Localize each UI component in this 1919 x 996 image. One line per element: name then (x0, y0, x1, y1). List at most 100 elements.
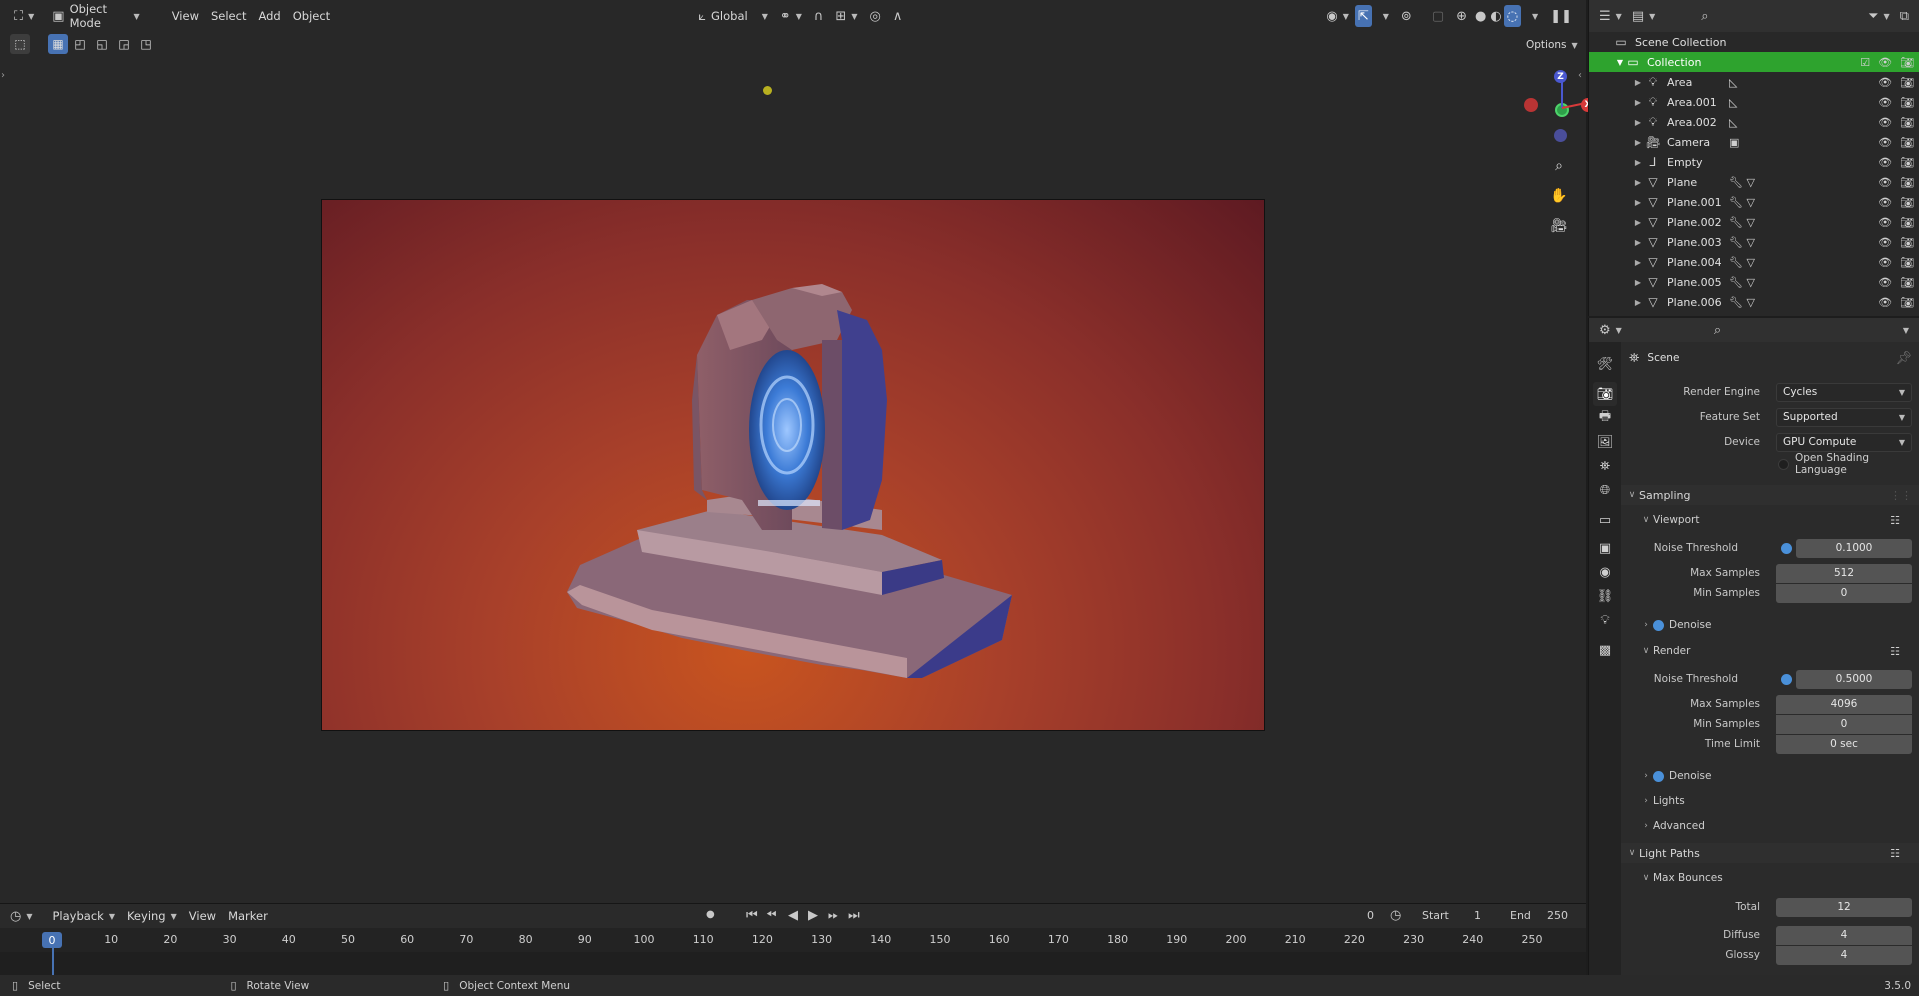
tab-physics[interactable]: ◉ (1593, 560, 1617, 584)
eye-icon[interactable]: 👁︎ (1878, 76, 1892, 89)
shading-solid[interactable]: ● (1473, 5, 1488, 27)
render-camera-icon[interactable]: 📷︎ (1900, 276, 1914, 289)
transform-orientation-dropdown[interactable]: ⟀ Global ▼ (692, 5, 774, 27)
render-camera-icon[interactable]: 📷︎ (1900, 196, 1914, 209)
xray-toggle[interactable]: ▢ (1426, 5, 1450, 27)
feature-set-dropdown[interactable]: Supported ▼ (1776, 407, 1912, 427)
eye-icon[interactable]: 👁︎ (1878, 56, 1892, 69)
mode-new-selection[interactable]: ▦ (48, 34, 68, 54)
r-min-field[interactable]: 0 (1776, 714, 1912, 734)
pan-button[interactable]: ✋ (1546, 183, 1572, 209)
tab-scene[interactable]: ⛯ (1593, 454, 1617, 478)
snap-toggle[interactable]: ∩ (808, 5, 830, 27)
pin-icon[interactable]: 📌︎ (1895, 351, 1912, 366)
presets-list-icon[interactable]: ☷ (1890, 847, 1900, 860)
outliner-item-row[interactable]: ▶ ▽ Plane 🔧︎ ▽ 👁︎ 📷︎ (1589, 172, 1919, 192)
r-max-field[interactable]: 4096 (1776, 694, 1912, 714)
clock-icon[interactable]: ◷ (1390, 908, 1401, 923)
render-camera-icon[interactable]: 📷︎ (1900, 216, 1914, 229)
visibility-button[interactable]: ◉ ▼ (1320, 5, 1355, 27)
menu-view[interactable]: View (166, 5, 205, 27)
camera-view-button[interactable]: 🎥︎ (1546, 213, 1572, 239)
outliner-item-row[interactable]: ▶ 🎥︎ Camera ▣ 👁︎ 📷︎ (1589, 132, 1919, 152)
current-frame-field[interactable]: 0 (1318, 909, 1374, 922)
eye-icon[interactable]: 👁︎ (1878, 136, 1892, 149)
r-denoise-row[interactable]: › Denoise (1621, 766, 1919, 786)
expand-arrow-icon[interactable]: ▶ (1633, 278, 1643, 287)
menu-playback[interactable]: Playback ▼ (47, 905, 121, 927)
filter-icon[interactable]: ⏷ ▼ (1868, 9, 1890, 24)
vp-denoise-row[interactable]: › Denoise (1621, 615, 1919, 635)
navigation-gizmo[interactable]: Z X ⌕ ✋ 🎥︎ (1490, 60, 1595, 240)
tab-object[interactable]: ▣ (1593, 536, 1617, 560)
record-icon[interactable]: ● (706, 909, 715, 920)
tab-render[interactable]: 📷︎ (1593, 382, 1617, 406)
play-reverse-icon[interactable]: ◀ (788, 908, 798, 923)
menu-marker[interactable]: Marker (222, 905, 274, 927)
render-camera-icon[interactable]: 📷︎ (1900, 116, 1914, 129)
expand-arrow-icon[interactable]: ▶ (1633, 138, 1643, 147)
mode-intersect-selection[interactable]: ◳ (136, 34, 156, 54)
light-data-icon[interactable]: ◺ (1729, 116, 1737, 129)
menu-object[interactable]: Object (287, 5, 336, 27)
render-subpanel-header[interactable]: ∨ Render ☷ (1621, 641, 1919, 661)
end-field[interactable]: 250 (1547, 909, 1568, 922)
timeline-editor-icon[interactable]: ◷ ▼ (10, 909, 33, 924)
display-mode-icon[interactable]: ▤ ▼ (1632, 9, 1655, 24)
outliner-item-row[interactable]: ▶ ▽ Plane.004 🔧︎ ▽ 👁︎ 📷︎ (1589, 252, 1919, 272)
eye-icon[interactable]: 👁︎ (1878, 96, 1892, 109)
gizmo-neg-x-axis[interactable] (1524, 98, 1538, 112)
lights-subpanel[interactable]: › Lights (1621, 791, 1919, 811)
falloff-button[interactable]: ∧ (887, 5, 909, 27)
jump-start-icon[interactable]: ⏮︎ (746, 908, 758, 923)
glossy-field[interactable]: 4 (1776, 945, 1912, 965)
eye-icon[interactable]: 👁︎ (1878, 296, 1892, 309)
outliner-editor-icon[interactable]: ☰ ▼ (1599, 9, 1622, 24)
r-noise-toggle[interactable] (1781, 673, 1792, 685)
timeline-area[interactable] (0, 952, 1586, 976)
proportional-edit-toggle[interactable]: ◎ (863, 5, 886, 27)
checkbox-icon[interactable]: ☑ (1860, 56, 1870, 69)
outliner-item-row[interactable]: ▶ 💡︎ Area.001 ◺ 👁︎ 📷︎ (1589, 92, 1919, 112)
outliner-item-row[interactable]: ▶ ▽ Plane.006 🔧︎ ▽ 👁︎ 📷︎ (1589, 292, 1919, 312)
menu-keying[interactable]: Keying ▼ (121, 905, 183, 927)
modifier-mesh-data-icons[interactable]: 🔧︎ ▽ (1729, 236, 1755, 249)
total-field[interactable]: 12 (1776, 897, 1912, 917)
vp-noise-field[interactable]: 0.1000 (1796, 538, 1912, 558)
presets-list-icon[interactable]: ☷ (1890, 514, 1900, 527)
viewport-subpanel-header[interactable]: ∨ Viewport ☷ (1621, 510, 1919, 530)
tab-tool[interactable]: 🛠︎ (1593, 352, 1617, 376)
overlay-toggle[interactable]: ⊚ (1395, 5, 1418, 27)
expand-arrow-icon[interactable]: ▶ (1633, 178, 1643, 187)
modifier-mesh-data-icons[interactable]: 🔧︎ ▽ (1729, 276, 1755, 289)
eye-icon[interactable]: 👁︎ (1878, 276, 1892, 289)
mode-extend-selection[interactable]: ◰ (70, 34, 90, 54)
light-data-icon[interactable]: ◺ (1729, 96, 1737, 109)
tab-output[interactable]: 🖶 (1593, 406, 1617, 430)
gizmo-toggle[interactable]: ⇱ (1354, 5, 1372, 27)
props-options-icon[interactable]: ▼ (1898, 326, 1909, 335)
outliner-item-row[interactable]: ▶ ▽ Plane.005 🔧︎ ▽ 👁︎ 📷︎ (1589, 272, 1919, 292)
mode-subtract-selection[interactable]: ◱ (92, 34, 112, 54)
collection-row[interactable]: ▼ ▭ Collection ☑ 👁︎ 📷︎ (1589, 52, 1919, 72)
expand-arrow-icon[interactable]: ▶ (1633, 218, 1643, 227)
render-camera-icon[interactable]: 📷︎ (1900, 236, 1914, 249)
camera-data-icon[interactable]: ▣ (1729, 136, 1739, 149)
eye-icon[interactable]: 👁︎ (1878, 236, 1892, 249)
frame-ruler[interactable]: 10 20 30 40 50 60 70 80 90 100 110 120 130 140 150 160 1… (0, 930, 1586, 950)
render-camera-icon[interactable]: 📷︎ (1900, 96, 1914, 109)
expand-arrow-icon[interactable]: ▶ (1633, 78, 1643, 87)
3d-viewport[interactable]: ⛶ ▼ ▣ Object Mode ▼ View Select Add Objec… (0, 0, 1595, 903)
vp-noise-toggle[interactable] (1781, 542, 1792, 554)
eye-icon[interactable]: 👁︎ (1878, 216, 1892, 229)
vp-denoise-toggle[interactable] (1653, 619, 1664, 631)
jump-end-icon[interactable]: ⏭︎ (848, 908, 860, 923)
shading-material[interactable]: ◐ (1488, 5, 1503, 27)
device-dropdown[interactable]: GPU Compute ▼ (1776, 432, 1912, 452)
gizmo-neg-z-axis[interactable] (1554, 129, 1567, 142)
osl-checkbox[interactable] (1778, 458, 1789, 470)
presets-list-icon[interactable]: ☷ (1890, 645, 1900, 658)
modifier-mesh-data-icons[interactable]: 🔧︎ ▽ (1729, 256, 1755, 269)
pivot-button[interactable]: ⚭ ▼ (774, 5, 808, 27)
render-camera-icon[interactable]: 📷︎ (1900, 296, 1914, 309)
